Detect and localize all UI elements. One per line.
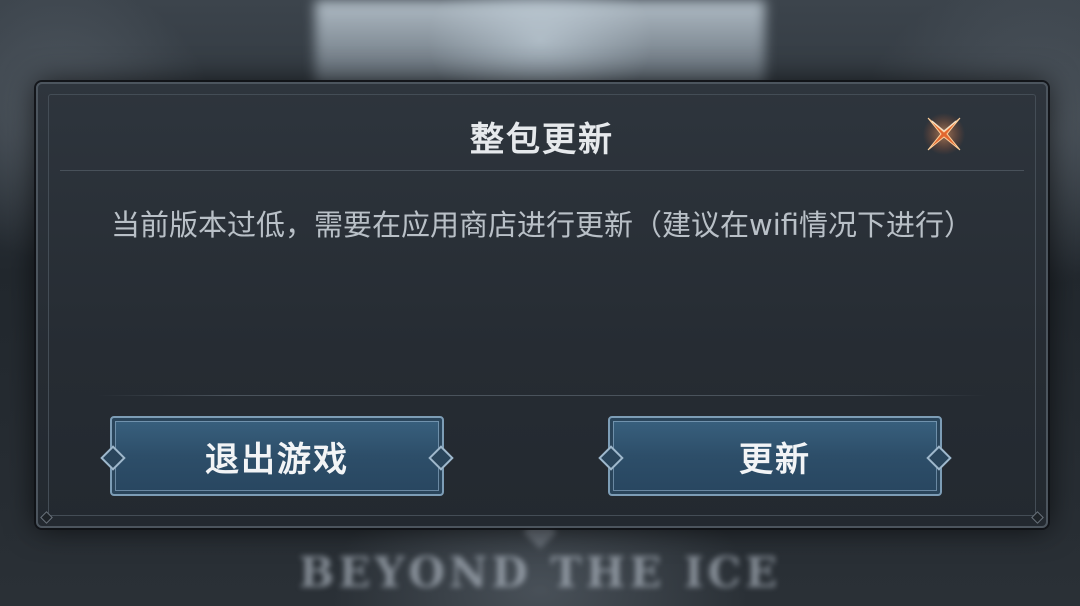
update-button[interactable]: 更新	[598, 416, 952, 496]
game-logo-blurred	[315, 0, 765, 86]
exit-game-button[interactable]: 退出游戏	[100, 416, 454, 496]
update-label: 更新	[739, 439, 811, 480]
dialog-title: 整包更新	[470, 120, 614, 160]
update-dialog: 整包更新 当前版本过低，需要在应用商店进行更新（建议在wifi情况下进行） 退出…	[36, 82, 1048, 528]
header-divider	[60, 170, 1024, 171]
exit-game-label: 退出游戏	[205, 439, 349, 480]
footer-divider	[98, 395, 986, 396]
game-subtitle: BEYOND THE ICE	[298, 548, 782, 597]
close-x-icon	[923, 113, 965, 155]
dialog-message: 当前版本过低，需要在应用商店进行更新（建议在wifi情况下进行）	[110, 208, 974, 242]
close-button[interactable]	[922, 112, 966, 156]
